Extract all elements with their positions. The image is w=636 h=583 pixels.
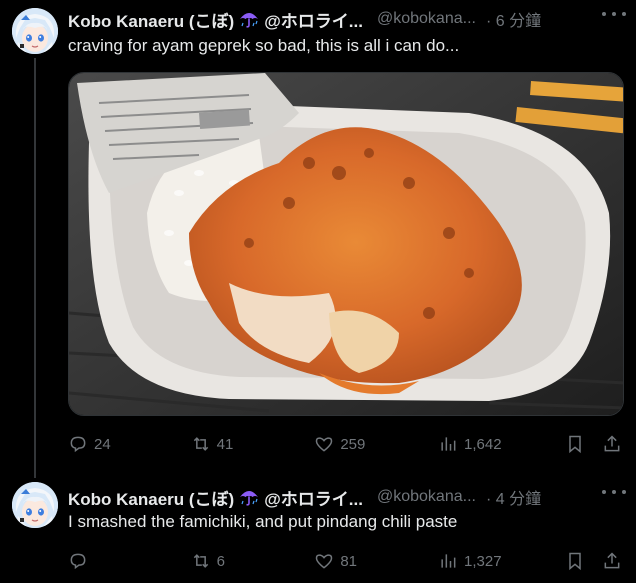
avatar[interactable]: [12, 8, 58, 54]
tweet-text: craving for ayam geprek so bad, this is …: [68, 36, 460, 55]
thread-line: [34, 58, 36, 478]
tweet-text: I smashed the famichiki, and put pindang…: [68, 512, 458, 531]
display-name[interactable]: Kobo Kanaeru (こぼ): [68, 486, 234, 509]
retweet-button[interactable]: 6: [191, 551, 315, 571]
share-icon: [604, 552, 620, 569]
heart-icon: [316, 437, 333, 452]
reply-icon: [70, 553, 86, 570]
bookmark-button[interactable]: [565, 551, 603, 571]
like-button[interactable]: 81: [314, 551, 438, 571]
umbrella-icon: [240, 491, 259, 506]
like-count: 81: [340, 552, 358, 570]
views-icon: [441, 554, 456, 568]
umbrella-icon: [240, 13, 259, 28]
bookmark-icon: [568, 552, 581, 571]
like-count: 259: [340, 435, 366, 453]
retweet-icon: [193, 554, 208, 568]
tweet[interactable]: Kobo Kanaeru (こぼ) @ホロライ... @kobokana... …: [0, 0, 636, 478]
views-icon: [441, 437, 456, 451]
tweet-header: Kobo Kanaeru (こぼ) @ホロライ... @kobokana... …: [68, 8, 636, 30]
display-name[interactable]: Kobo Kanaeru (こぼ): [68, 8, 234, 31]
action-bar: 6 81 1,327: [68, 547, 624, 575]
views-count: 1,327: [464, 552, 502, 570]
timestamp[interactable]: · 6 分鐘: [486, 8, 541, 30]
retweet-button[interactable]: 41: [191, 434, 315, 454]
reply-count: 24: [94, 435, 111, 453]
retweet-count: 41: [216, 435, 234, 453]
user-handle[interactable]: @kobokana...: [377, 488, 476, 506]
name-suffix[interactable]: @ホロライ...: [264, 486, 363, 509]
tweet-header: Kobo Kanaeru (こぼ) @ホロライ... @kobokana... …: [68, 486, 636, 508]
action-bar: 24 41 259 1,642: [68, 430, 624, 458]
reply-icon: [70, 436, 86, 453]
more-icon[interactable]: [602, 4, 626, 24]
heart-icon: [316, 554, 333, 569]
bookmark-button[interactable]: [565, 434, 603, 454]
views-button[interactable]: 1,327: [438, 551, 565, 571]
timestamp[interactable]: · 4 分鐘: [486, 486, 541, 508]
views-count: 1,642: [464, 435, 502, 453]
reply-button[interactable]: [68, 551, 191, 571]
like-button[interactable]: 259: [314, 434, 438, 454]
reply-button[interactable]: 24: [68, 434, 191, 454]
share-button[interactable]: [602, 551, 624, 571]
share-icon: [604, 435, 620, 452]
bookmark-icon: [568, 435, 581, 454]
views-button[interactable]: 1,642: [438, 434, 565, 454]
user-handle[interactable]: @kobokana...: [377, 10, 476, 28]
retweet-icon: [193, 437, 208, 451]
share-button[interactable]: [602, 434, 624, 454]
retweet-count: 6: [216, 552, 226, 570]
avatar[interactable]: [12, 482, 58, 528]
tweet[interactable]: Kobo Kanaeru (こぼ) @ホロライ... @kobokana... …: [0, 478, 636, 583]
tweet-image[interactable]: [68, 72, 624, 416]
name-suffix[interactable]: @ホロライ...: [264, 8, 363, 31]
more-icon[interactable]: [602, 482, 626, 502]
